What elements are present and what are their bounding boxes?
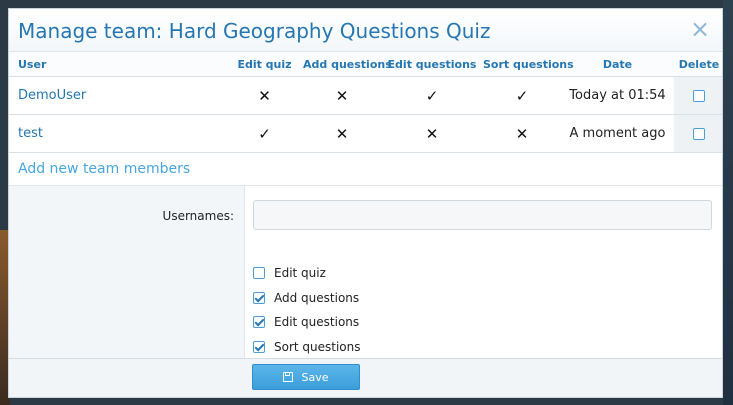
permission-label: Sort questions bbox=[274, 339, 361, 354]
dialog-header: Manage team: Hard Geography Questions Qu… bbox=[9, 9, 722, 52]
permission-cell: ✕ bbox=[303, 114, 381, 153]
permission-checkbox[interactable] bbox=[253, 340, 265, 353]
column-header-edit-quiz[interactable]: Edit quiz bbox=[226, 52, 303, 77]
permission-cell: ✕ bbox=[226, 76, 303, 115]
permission-cell: ✓ bbox=[226, 114, 303, 153]
date-cell: Today at 01:54 bbox=[561, 76, 674, 115]
permission-cell: ✓ bbox=[381, 76, 483, 115]
table-row: test ✓ ✕ ✕ ✕ A moment ago bbox=[9, 114, 722, 153]
add-team-members-heading[interactable]: Add new team members bbox=[9, 153, 722, 186]
permission-option-edit-quiz[interactable]: Edit quiz bbox=[253, 261, 361, 286]
column-header-edit-questions[interactable]: Edit questions bbox=[381, 52, 483, 77]
add-members-form: Usernames: Edit quiz Add questions Edit … bbox=[9, 186, 722, 363]
column-header-user[interactable]: User bbox=[9, 52, 226, 77]
close-icon[interactable]: × bbox=[690, 17, 710, 41]
date-cell: A moment ago bbox=[561, 114, 674, 153]
background-right bbox=[723, 0, 733, 405]
save-button[interactable]: Save bbox=[252, 364, 360, 390]
check-icon: ✓ bbox=[515, 86, 529, 105]
permission-checkbox[interactable] bbox=[253, 316, 265, 329]
dialog-footer: Save bbox=[9, 358, 722, 397]
permission-cell: ✕ bbox=[483, 114, 561, 153]
permission-checkbox[interactable] bbox=[253, 267, 265, 280]
permission-checkbox[interactable] bbox=[253, 291, 265, 304]
permission-cell: ✓ bbox=[483, 76, 561, 115]
check-icon: ✓ bbox=[425, 86, 439, 105]
floppy-disk-icon bbox=[283, 372, 294, 382]
usernames-input[interactable] bbox=[253, 200, 712, 230]
manage-team-dialog: Manage team: Hard Geography Questions Qu… bbox=[8, 8, 723, 398]
usernames-label: Usernames: bbox=[162, 209, 234, 223]
cross-icon: ✕ bbox=[335, 86, 349, 105]
permission-label: Add questions bbox=[274, 290, 360, 305]
form-label-column: Usernames: bbox=[9, 186, 245, 363]
column-header-date[interactable]: Date bbox=[561, 52, 674, 77]
column-header-add-questions[interactable]: Add questions bbox=[303, 52, 392, 77]
cross-icon: ✕ bbox=[335, 124, 349, 143]
delete-cell bbox=[674, 76, 722, 115]
delete-checkbox[interactable] bbox=[693, 127, 705, 140]
cross-icon: ✕ bbox=[258, 86, 271, 105]
column-header-sort-questions[interactable]: Sort questions bbox=[483, 52, 574, 77]
permission-options: Edit quiz Add questions Edit questions S… bbox=[253, 261, 361, 359]
delete-checkbox[interactable] bbox=[693, 89, 705, 102]
user-link[interactable]: DemoUser bbox=[9, 76, 226, 115]
dialog-title: Manage team: Hard Geography Questions Qu… bbox=[18, 19, 491, 43]
user-link[interactable]: test bbox=[9, 114, 226, 153]
permission-option-sort-questions[interactable]: Sort questions bbox=[253, 335, 361, 360]
permission-option-add-questions[interactable]: Add questions bbox=[253, 286, 361, 311]
save-button-label: Save bbox=[301, 370, 329, 384]
delete-cell bbox=[674, 114, 722, 153]
permission-label: Edit quiz bbox=[274, 266, 326, 281]
team-table: User Edit quiz Add questions Edit questi… bbox=[9, 52, 722, 153]
cross-icon: ✕ bbox=[515, 124, 529, 143]
column-header-delete[interactable]: Delete bbox=[674, 52, 722, 77]
table-row: DemoUser ✕ ✕ ✓ ✓ Today at 01:54 bbox=[9, 76, 722, 115]
permission-cell: ✕ bbox=[381, 114, 483, 153]
permission-cell: ✕ bbox=[303, 76, 381, 115]
cross-icon: ✕ bbox=[425, 124, 439, 143]
table-header-row: User Edit quiz Add questions Edit questi… bbox=[9, 52, 722, 77]
permission-label: Edit questions bbox=[274, 315, 360, 330]
permission-option-edit-questions[interactable]: Edit questions bbox=[253, 310, 361, 335]
check-icon: ✓ bbox=[258, 124, 271, 143]
